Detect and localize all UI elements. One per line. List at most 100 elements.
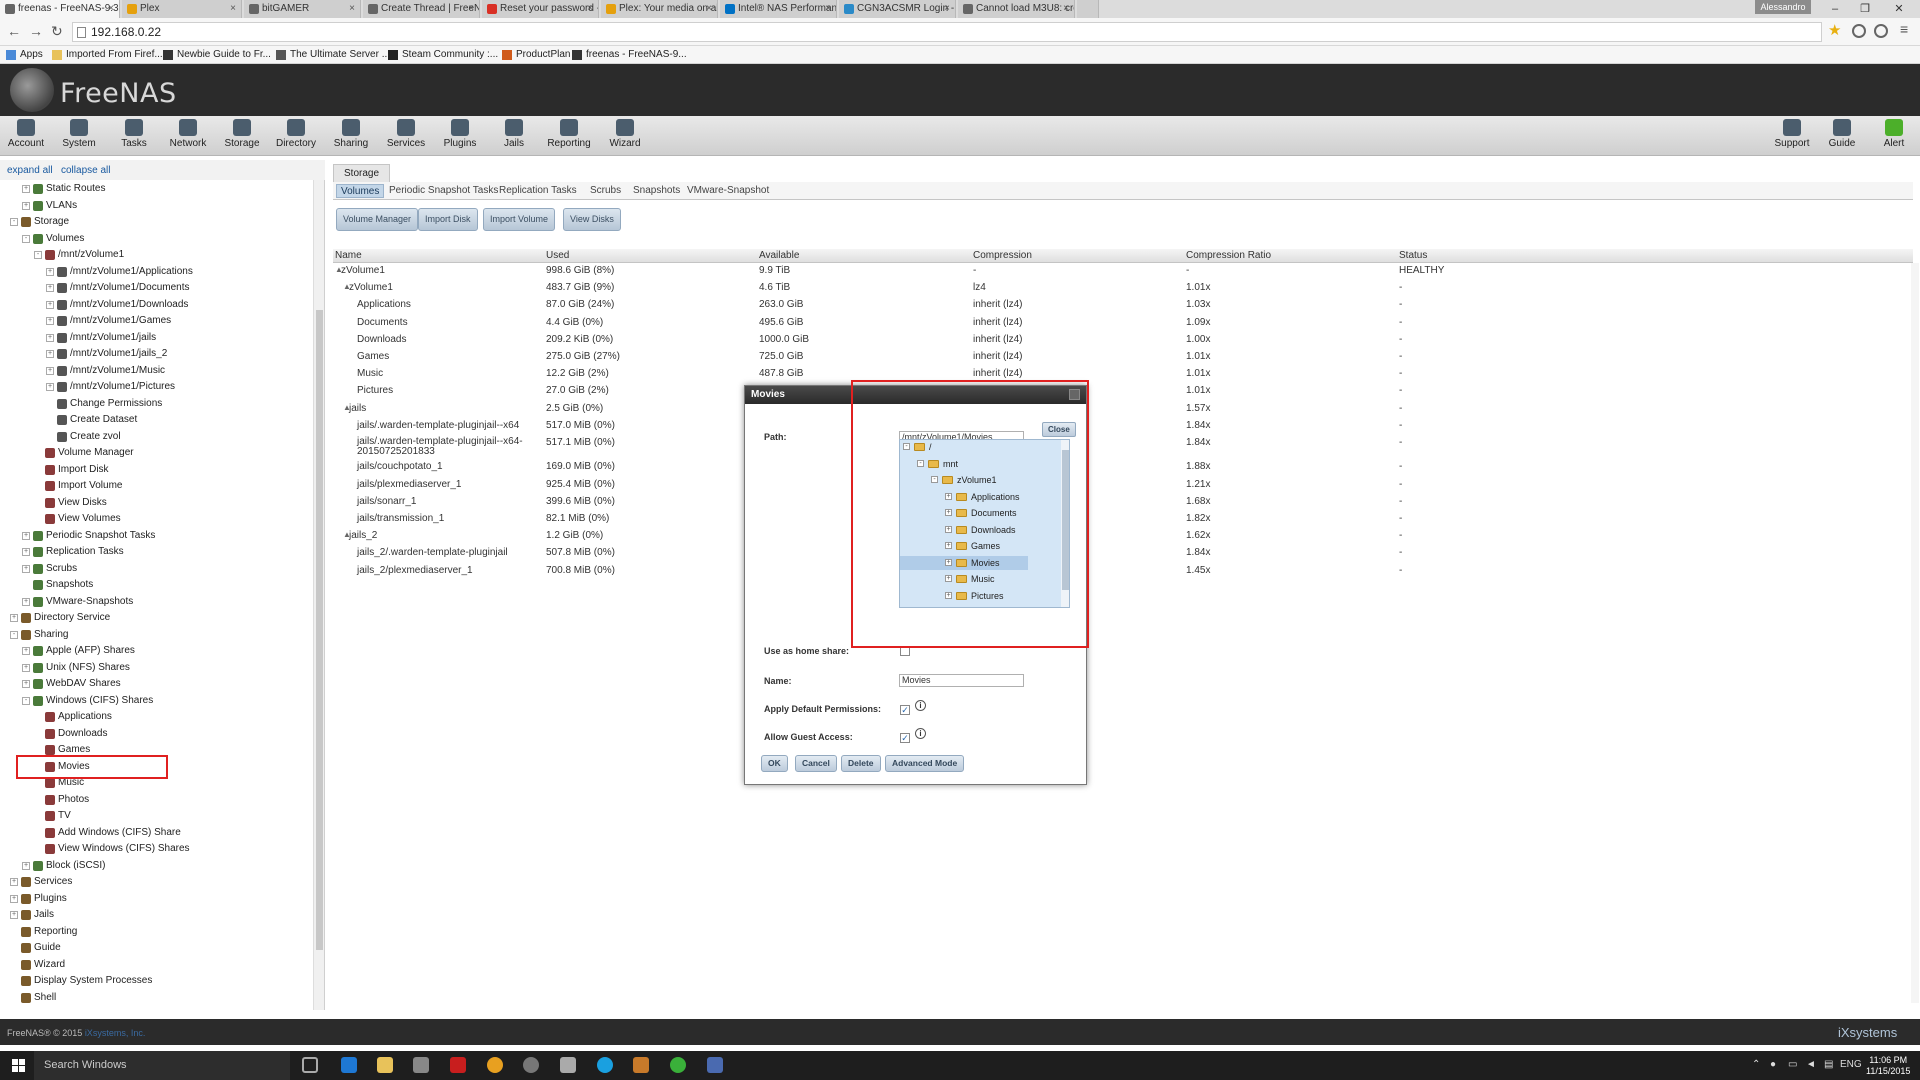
expand-icon[interactable]: +: [46, 366, 54, 375]
table-row[interactable]: jails/.warden-template-pluginjail--x64-2…: [333, 437, 1913, 458]
expand-icon[interactable]: +: [46, 350, 54, 358]
expand-arrow-icon[interactable]: ▲: [343, 530, 351, 539]
browser-tab-create-thread[interactable]: Create Thread | FreeNAS×: [363, 0, 480, 18]
ixsystems-link[interactable]: iXsystems, Inc.: [85, 1028, 146, 1038]
expand-icon[interactable]: +: [22, 647, 30, 655]
close-icon[interactable]: ×: [706, 0, 712, 18]
table-row[interactable]: jails/couchpotato_1169.0 MiB (0%)inherit…: [333, 461, 1913, 475]
table-row[interactable]: jails/.warden-template-pluginjail--x64 51…: [333, 420, 1913, 434]
close-icon[interactable]: ×: [108, 0, 114, 18]
volume-icon[interactable]: ◄: [1806, 1059, 1816, 1070]
app-icon[interactable]: [450, 1057, 466, 1073]
tray-chevron-icon[interactable]: ⌃: [1752, 1059, 1760, 1070]
expand-icon[interactable]: +: [46, 317, 54, 325]
bookmark-imported[interactable]: Imported From Firef...: [52, 48, 163, 62]
table-row[interactable]: jails2.5 GiB (0%)inherit (lz4)1.57x-▲: [333, 403, 1913, 417]
expand-icon[interactable]: +: [46, 267, 54, 276]
expand-icon[interactable]: +: [10, 614, 18, 622]
expand-icon[interactable]: +: [22, 531, 30, 540]
action-center-icon[interactable]: ▤: [1824, 1059, 1833, 1070]
table-row[interactable]: jails_2/plexmediaserver_1700.8 MiB (0%)i…: [333, 565, 1913, 579]
column-used[interactable]: Used: [546, 249, 569, 263]
calculator-icon[interactable]: [560, 1057, 576, 1073]
subtab-volumes[interactable]: Volumes: [336, 184, 385, 198]
bookmark-ultimate-server[interactable]: The Ultimate Server ...: [276, 48, 390, 62]
table-row[interactable]: jails/sonarr_1399.6 MiB (0%)inherit (lz4…: [333, 496, 1913, 510]
close-icon[interactable]: ×: [1063, 0, 1069, 18]
url-field[interactable]: 192.168.0.22: [72, 22, 1822, 42]
minimize-icon[interactable]: –: [1820, 0, 1850, 18]
steam-icon[interactable]: [523, 1057, 539, 1073]
toolbar-sharing[interactable]: Sharing: [325, 119, 377, 149]
table-row[interactable]: zVolume1 998.6 GiB (8%) 9.9 TiB - - HEALTHY ▲: [333, 265, 1913, 279]
expand-icon[interactable]: +: [46, 383, 54, 391]
browser-tab-intel[interactable]: Intel® NAS Performance ×: [720, 0, 837, 18]
toolbar-guide[interactable]: Guide: [1816, 119, 1868, 149]
bookmark-newbie-guide[interactable]: Newbie Guide to Fr...: [163, 48, 271, 62]
app-icon[interactable]: [707, 1057, 723, 1073]
toolbar-alert[interactable]: Alert: [1868, 119, 1920, 149]
menu-icon[interactable]: ≡: [1900, 21, 1908, 37]
store-icon[interactable]: [413, 1057, 429, 1073]
column-name[interactable]: Name: [335, 249, 362, 263]
bookmark-star-icon[interactable]: ★: [1828, 21, 1841, 39]
guest-access-checkbox[interactable]: ✓: [900, 733, 910, 743]
expand-icon[interactable]: +: [46, 333, 54, 342]
table-row[interactable]: Pictures27.0 GiB (2%)inherit (lz4)1.01x-: [333, 385, 1913, 399]
subtab-snapshots[interactable]: Snapshots: [629, 184, 684, 198]
toolbar-account[interactable]: Account: [0, 119, 52, 149]
table-row[interactable]: Applications 87.0 GiB (24%) 263.0 GiB inher…: [333, 299, 1913, 313]
collapse-icon[interactable]: -: [10, 630, 18, 639]
table-row[interactable]: Games 275.0 GiB (27%) 725.0 GiB inherit (lz…: [333, 351, 1913, 365]
column-compression-ratio[interactable]: Compression Ratio: [1186, 249, 1271, 263]
expand-icon[interactable]: +: [22, 680, 30, 688]
expand-icon[interactable]: +: [10, 878, 18, 886]
reload-icon[interactable]: ↻: [51, 24, 63, 38]
expand-icon[interactable]: +: [10, 911, 18, 919]
table-row[interactable]: zVolume1 483.7 GiB (9%) 4.6 TiB lz4 1.01x - ▲: [333, 282, 1913, 296]
toolbar-storage[interactable]: Storage: [216, 119, 268, 149]
file-explorer-icon[interactable]: [377, 1057, 393, 1073]
default-permissions-info-icon[interactable]: i: [915, 700, 926, 711]
browser-tab-m3u8[interactable]: Cannot load M3U8: cross×: [958, 0, 1075, 18]
close-icon[interactable]: ×: [468, 0, 474, 18]
language-indicator[interactable]: ENG: [1840, 1059, 1862, 1070]
expand-icon[interactable]: +: [46, 284, 54, 292]
guest-access-info-icon[interactable]: i: [915, 728, 926, 739]
tray-app-icon[interactable]: ●: [1770, 1059, 1776, 1070]
expand-arrow-icon[interactable]: ▲: [343, 282, 351, 291]
browser-tab-plex-media[interactable]: Plex: Your media on all yo×: [601, 0, 718, 18]
toolbar-plugins[interactable]: Plugins: [434, 119, 486, 149]
import-disk-button[interactable]: Import Disk: [418, 208, 478, 231]
edge-icon[interactable]: [341, 1057, 357, 1073]
chrome-icon[interactable]: [487, 1057, 503, 1073]
subtab-scrubs[interactable]: Scrubs: [586, 184, 625, 198]
collapse-icon[interactable]: -: [22, 234, 30, 243]
grid-scrollbar[interactable]: [1911, 263, 1919, 1003]
ok-button[interactable]: OK: [761, 755, 788, 772]
tab-storage[interactable]: Storage: [333, 164, 391, 182]
table-row[interactable]: jails_2/.warden-template-pluginjail 507.8…: [333, 547, 1913, 561]
close-icon[interactable]: ×: [230, 0, 236, 18]
expand-arrow-icon[interactable]: ▲: [335, 265, 343, 274]
toolbar-tasks[interactable]: Tasks: [108, 119, 160, 149]
back-icon[interactable]: ←: [7, 24, 21, 38]
expand-icon[interactable]: +: [10, 894, 18, 903]
toolbar-support[interactable]: Support: [1766, 119, 1818, 149]
expand-icon[interactable]: +: [46, 300, 54, 309]
clock[interactable]: 11:06 PM 11/15/2015: [1866, 1055, 1910, 1077]
utorrent-icon[interactable]: [670, 1057, 686, 1073]
bookmark-apps[interactable]: Apps: [6, 48, 43, 62]
expand-icon[interactable]: +: [22, 185, 30, 193]
expand-icon[interactable]: +: [22, 597, 30, 606]
import-volume-button[interactable]: Import Volume: [483, 208, 556, 231]
toolbar-reporting[interactable]: Reporting: [543, 119, 595, 149]
expand-icon[interactable]: +: [22, 201, 30, 210]
tree-scrollbar[interactable]: [313, 180, 324, 1010]
toolbar-services[interactable]: Services: [380, 119, 432, 149]
volume-manager-button[interactable]: Volume Manager: [336, 208, 419, 231]
network-icon[interactable]: ▭: [1788, 1059, 1797, 1070]
subtab-vmware-snapshot[interactable]: VMware-Snapshot: [683, 184, 773, 198]
column-status[interactable]: Status: [1399, 249, 1427, 263]
forward-icon[interactable]: →: [29, 24, 43, 38]
